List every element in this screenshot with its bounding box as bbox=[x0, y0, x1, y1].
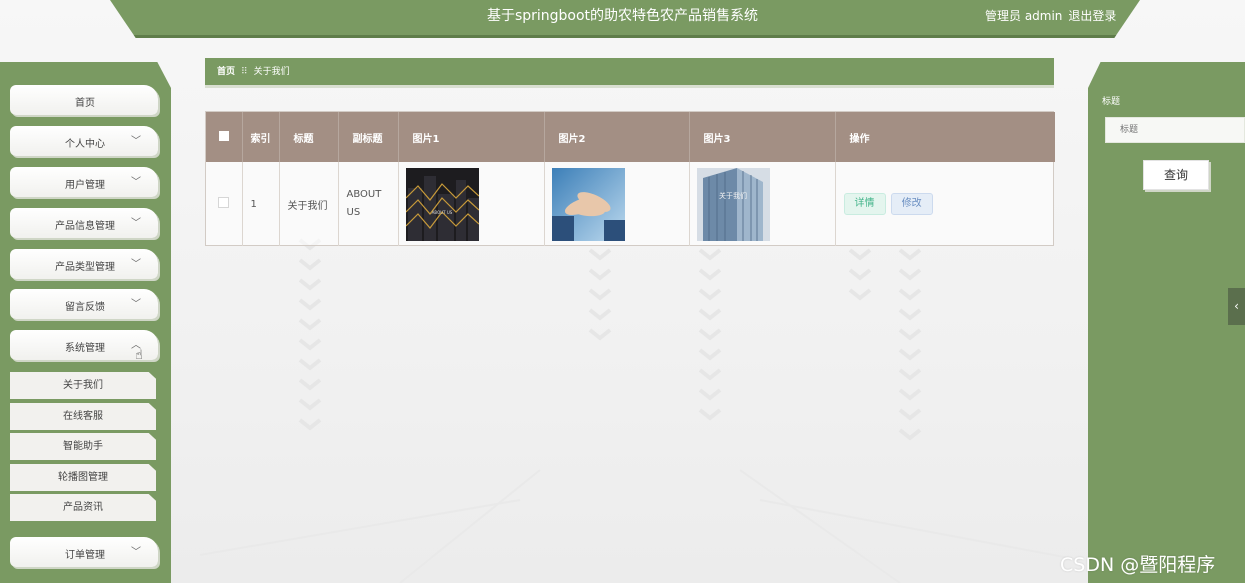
stacked-hands-teamwork-image[interactable] bbox=[551, 167, 625, 241]
cell-picture3: 关于我们 bbox=[689, 162, 836, 246]
row-checkbox[interactable] bbox=[206, 162, 243, 246]
cell-actions: 详情 修改 bbox=[835, 162, 1055, 246]
sidebar-item-home[interactable]: 首页 bbox=[10, 85, 158, 115]
sidebar-subitem-about-us[interactable]: 关于我们 bbox=[10, 372, 156, 399]
column-header-subtitle: 副标题 bbox=[338, 112, 399, 162]
logout-link[interactable]: 退出登录 bbox=[1068, 9, 1116, 23]
glass-office-tower-image[interactable]: 关于我们 bbox=[696, 167, 770, 241]
cell-index: 1 bbox=[242, 162, 280, 246]
query-button[interactable]: 查询 bbox=[1143, 160, 1209, 190]
sidebar-subitem-product-news[interactable]: 产品资讯 bbox=[10, 494, 156, 521]
sidebar-item-personal-center[interactable]: 个人中心 ﹀ bbox=[10, 126, 158, 156]
chevron-down-icon: ﹀ bbox=[131, 136, 141, 147]
chevron-down-icon: ﹀ bbox=[131, 218, 141, 229]
sidebar-item-product-type[interactable]: 产品类型管理 ﹀ bbox=[10, 249, 158, 279]
sidebar-item-orders[interactable]: 订单管理 ﹀ bbox=[10, 537, 158, 567]
sidebar-item-feedback[interactable]: 留言反馈 ﹀ bbox=[10, 289, 158, 319]
breadcrumb-current: 关于我们 bbox=[253, 67, 290, 77]
hand-cursor-icon: ☝ bbox=[135, 348, 143, 363]
breadcrumb-separator-icon: ⠿ bbox=[241, 67, 248, 77]
detail-button[interactable]: 详情 bbox=[843, 193, 886, 215]
data-table: 索引 标题 副标题 图片1 图片2 图片3 操作 1 关于我们 ABOUT US bbox=[205, 111, 1055, 246]
column-header-picture2: 图片2 bbox=[544, 112, 690, 162]
chevron-down-icon: ﹀ bbox=[131, 299, 141, 310]
chevron-down-icon: ﹀ bbox=[131, 177, 141, 188]
sidebar-item-user-management[interactable]: 用户管理 ﹀ bbox=[10, 167, 158, 197]
sidebar-item-label: 首页 bbox=[75, 98, 95, 109]
column-header-picture3: 图片3 bbox=[689, 112, 836, 162]
cell-picture1: ABOUT US bbox=[398, 162, 545, 246]
svg-text:关于我们: 关于我们 bbox=[719, 191, 747, 200]
column-header-picture1: 图片1 bbox=[398, 112, 545, 162]
user-info: 管理员 admin 退出登录 bbox=[985, 0, 1122, 34]
cell-title: 关于我们 bbox=[279, 162, 339, 246]
sidebar-subitem-smart-assistant[interactable]: 智能助手 bbox=[10, 433, 156, 460]
sidebar-subitem-carousel[interactable]: 轮播图管理 bbox=[10, 464, 156, 491]
cell-picture2 bbox=[544, 162, 690, 246]
search-title-label: 标题 bbox=[1102, 97, 1121, 107]
watermark-text: CSDN @暨阳程序 bbox=[1060, 554, 1216, 576]
breadcrumb-home-link[interactable]: 首页 bbox=[217, 67, 235, 77]
search-title-input[interactable] bbox=[1105, 117, 1245, 143]
column-header-title: 标题 bbox=[279, 112, 339, 162]
sidebar-subitem-online-service[interactable]: 在线客服 bbox=[10, 403, 156, 430]
column-header-actions: 操作 bbox=[849, 133, 870, 145]
dark-city-building-image[interactable]: ABOUT US bbox=[405, 167, 479, 241]
chevron-down-icon: ﹀ bbox=[131, 547, 141, 558]
edit-button[interactable]: 修改 bbox=[890, 193, 933, 215]
sidebar-item-product-info[interactable]: 产品信息管理 ﹀ bbox=[10, 208, 158, 238]
chevron-left-icon[interactable]: ‹ bbox=[1228, 288, 1245, 325]
chevron-down-icon: ﹀ bbox=[131, 259, 141, 270]
breadcrumb: 首页 ⠿ 关于我们 bbox=[205, 58, 1054, 88]
table-row: 1 关于我们 ABOUT US ABOUT US 关于我们 详情 修改 bbox=[206, 162, 1055, 246]
table-header-row: 索引 标题 副标题 图片1 图片2 图片3 操作 bbox=[206, 112, 1055, 162]
svg-text:ABOUT US: ABOUT US bbox=[431, 210, 452, 215]
column-header-index: 索引 bbox=[242, 112, 280, 162]
select-all-checkbox[interactable] bbox=[206, 112, 243, 162]
cell-subtitle: ABOUT US bbox=[338, 162, 399, 246]
admin-user-label: 管理员 admin bbox=[985, 9, 1063, 23]
